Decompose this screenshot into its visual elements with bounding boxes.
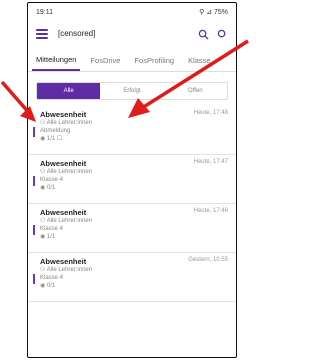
read-count: 0/1: [46, 283, 56, 289]
message-title: Abwesenheit: [40, 257, 87, 266]
tab-mitteilungen[interactable]: Mitteilungen: [32, 55, 81, 71]
status-bar: 19:11 ⚲ ⊿ 75%: [28, 3, 236, 21]
tab-fosdrive[interactable]: FosDrive: [86, 56, 124, 71]
header-title: [censored]: [58, 30, 198, 38]
message-recipient: Alle Lehrer:innen: [46, 267, 93, 273]
read-count: 1/1: [46, 136, 56, 142]
user-name: [censored]: [58, 29, 96, 38]
group-icon: ⚇: [40, 267, 47, 273]
status-time: 19:11: [36, 8, 53, 16]
message-title: Abwesenheit: [40, 110, 87, 119]
group-icon: ⚇: [40, 218, 47, 224]
filter-alle[interactable]: Alle: [37, 83, 101, 99]
unread-indicator: [33, 274, 35, 284]
eye-icon: ◉: [40, 185, 47, 191]
message-item[interactable]: Abwesenheit Gestern, 10:55 ⚇ Alle Lehrer…: [28, 253, 236, 302]
eye-icon: ◉: [40, 283, 47, 289]
group-icon: ⚇: [40, 120, 47, 126]
status-icons: ⚲ ⊿ 75%: [199, 9, 228, 16]
group-icon: ⚇: [40, 169, 47, 175]
message-class: Abmeldung: [40, 128, 71, 134]
message-time: Heute, 17:47: [193, 159, 228, 165]
eye-icon: ◉: [40, 234, 47, 240]
message-class: Klasse 4: [40, 275, 64, 281]
read-count: 1/1: [46, 234, 56, 240]
menu-icon[interactable]: [36, 29, 48, 39]
message-title: Abwesenheit: [40, 159, 87, 168]
message-recipient: Alle Lehrer:innen: [46, 120, 93, 126]
eye-icon: ◉: [40, 136, 47, 142]
message-time: Gestern, 10:55: [188, 257, 228, 263]
comment-icon: ☐: [56, 136, 63, 142]
message-class: Klasse 4: [40, 226, 64, 232]
annotation-arrow-right: [128, 39, 249, 118]
message-recipient: Alle Lehrer:innen: [46, 218, 93, 224]
read-count: 0/1: [46, 185, 56, 191]
message-title: Abwesenheit: [40, 208, 87, 217]
message-item[interactable]: Abwesenheit Heute, 17:47 ⚇ Alle Lehrer:i…: [28, 155, 236, 204]
unread-indicator: [33, 225, 35, 235]
annotation-arrow-left: [0, 80, 36, 122]
message-list: Abwesenheit Heute, 17:48 ⚇ Alle Lehrer:i…: [28, 106, 236, 302]
unread-indicator: [33, 176, 35, 186]
message-recipient: Alle Lehrer:innen: [46, 169, 93, 175]
message-item[interactable]: Abwesenheit Heute, 17:46 ⚇ Alle Lehrer:i…: [28, 204, 236, 253]
message-class: Klasse 4: [40, 177, 64, 183]
message-time: Heute, 17:46: [193, 208, 228, 214]
